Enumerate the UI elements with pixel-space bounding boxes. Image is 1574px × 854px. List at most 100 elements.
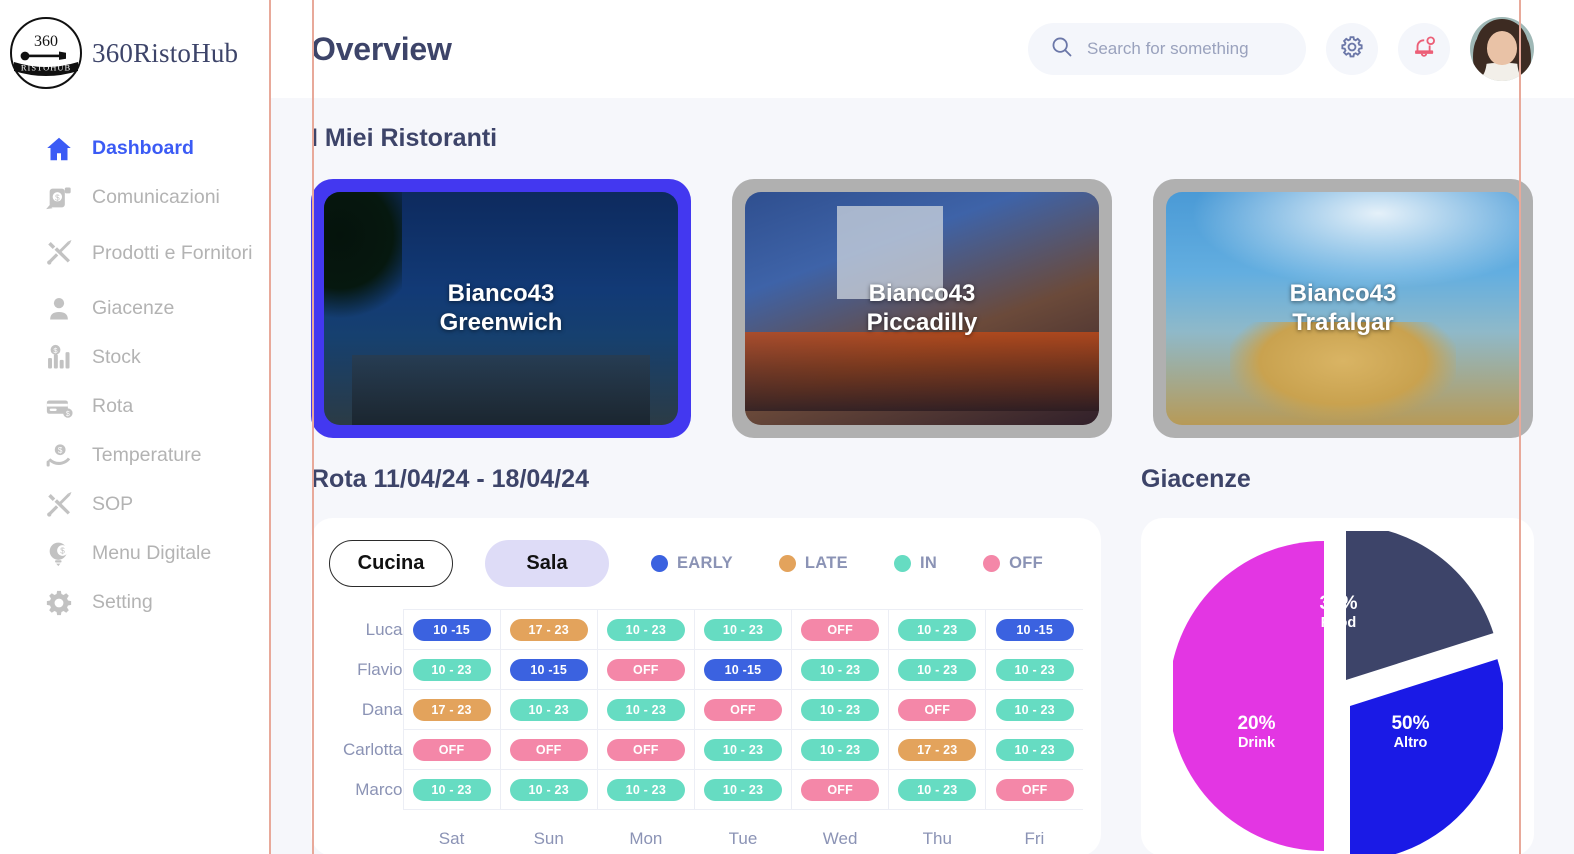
shift-pill: OFF [606, 738, 685, 761]
shift-pill: OFF [509, 738, 588, 761]
settings-button[interactable] [1326, 23, 1378, 75]
table-row: Marco 10 - 23 10 - 23 10 - 23 10 - 23 OF… [329, 769, 1083, 810]
tools-icon [36, 490, 82, 520]
shift-pill: 10 - 23 [703, 618, 782, 641]
restaurant-card-trafalgar[interactable]: Bianco43 Trafalgar [1153, 179, 1533, 438]
brand-name: 360RistoHub [92, 37, 239, 68]
rota-cell[interactable]: 10 - 23 [888, 769, 986, 810]
shift-pill: 10 - 23 [995, 698, 1074, 721]
rota-cell[interactable]: 10 - 23 [888, 649, 986, 690]
rota-cell[interactable]: OFF [888, 689, 986, 730]
avatar[interactable] [1470, 17, 1534, 81]
restaurant-card-greenwich[interactable]: Bianco43 Greenwich [311, 179, 691, 438]
sidebar-item-rota[interactable]: $ Rota [0, 382, 270, 431]
rota-row-name: Luca [365, 619, 403, 639]
rota-cell[interactable]: 10 - 23 [596, 689, 695, 730]
search-input[interactable] [1087, 39, 1267, 59]
rota-cell[interactable]: 17 - 23 [402, 689, 501, 730]
rota-cell[interactable]: 10 - 23 [596, 609, 695, 650]
shift-pill: 10 - 23 [898, 778, 977, 801]
rota-cell[interactable]: 10 - 23 [693, 729, 792, 770]
rota-grid-wrapper: Luca 10 -15 17 - 23 10 - 23 10 - 23 OFF … [329, 609, 1083, 854]
legend-item-late: LATE [778, 554, 848, 573]
rota-cell[interactable]: 10 - 23 [499, 769, 598, 810]
content: I Miei Ristoranti Bianco43 Greenwich Bia… [270, 98, 1574, 854]
rota-cell[interactable]: 10 - 23 [693, 769, 792, 810]
pie-slice-food[interactable] [1345, 525, 1493, 680]
bulb-money-icon: $ [36, 540, 82, 568]
rota-cell[interactable]: OFF [402, 729, 501, 770]
restaurant-card-piccadilly[interactable]: Bianco43 Piccadilly [732, 179, 1112, 438]
rota-cell[interactable]: 10 -15 [693, 649, 792, 690]
sidebar-item-giacenze[interactable]: Giacenze [0, 284, 270, 333]
legend-label: IN [919, 554, 938, 572]
pie-slice-altro[interactable] [1349, 659, 1505, 854]
rota-cell[interactable]: 10 - 23 [985, 689, 1083, 730]
search-box[interactable] [1028, 23, 1306, 75]
shift-pill: OFF [995, 778, 1074, 801]
rota-cell[interactable]: 10 - 23 [888, 609, 986, 650]
sidebar-item-prodotti-fornitori[interactable]: Prodotti e Fornitori [0, 222, 270, 284]
legend-dot [651, 555, 668, 572]
rota-cell[interactable]: 10 -15 [402, 609, 501, 650]
sidebar-item-menu-digitale[interactable]: $ Menu Digitale [0, 529, 270, 578]
restaurant-name-line1: Bianco43 [868, 279, 976, 307]
shift-pill: 10 - 23 [606, 618, 685, 641]
rota-cell[interactable]: 10 -15 [499, 649, 598, 690]
restaurant-photo: Bianco43 Piccadilly [745, 192, 1099, 425]
sidebar-item-sop[interactable]: SOP [0, 480, 270, 529]
rota-cell[interactable]: OFF [985, 769, 1083, 810]
restaurant-name-line1: Bianco43 [447, 279, 555, 307]
shift-pill: OFF [703, 698, 782, 721]
sidebar-item-stock[interactable]: $ Stock [0, 333, 270, 382]
logo-icon: 360 RISTOHUB [8, 15, 84, 91]
rota-card: Cucina Sala EARLY LATE IN OFF Luca 10 -1… [311, 518, 1101, 854]
rota-cell[interactable]: 10 -15 [985, 609, 1083, 650]
rota-cell[interactable]: OFF [499, 729, 598, 770]
rota-section: Rota 11/04/24 - 18/04/24 Cucina Sala EAR… [311, 465, 1101, 854]
table-row: Luca 10 -15 17 - 23 10 - 23 10 - 23 OFF … [329, 609, 1083, 650]
sidebar-item-temperature[interactable]: $ Temperature [0, 431, 270, 480]
sidebar-item-comunicazioni[interactable]: $ Comunicazioni [0, 173, 270, 222]
sidebar-item-label: Giacenze [92, 297, 175, 319]
tab-cucina[interactable]: Cucina [329, 540, 453, 587]
shift-pill: 17 - 23 [412, 698, 491, 721]
restaurant-name-line1: Bianco43 [1289, 279, 1397, 307]
pie-slice-drink[interactable] [1168, 541, 1324, 851]
rota-cell[interactable]: 10 - 23 [791, 729, 889, 770]
rota-cell[interactable]: OFF [596, 649, 695, 690]
rota-cell[interactable]: 10 - 23 [402, 649, 501, 690]
rota-cell[interactable]: 10 - 23 [791, 689, 889, 730]
sidebar-item-label: Dashboard [92, 137, 194, 159]
rota-cell[interactable]: 17 - 23 [499, 609, 598, 650]
rota-cell[interactable]: 10 - 23 [499, 689, 598, 730]
sidebar-item-label: Menu Digitale [92, 542, 212, 564]
sidebar-item-setting[interactable]: Setting [0, 578, 270, 627]
shift-pill: 10 -15 [412, 618, 491, 641]
tab-sala[interactable]: Sala [485, 540, 609, 587]
user-icon [36, 295, 82, 323]
sidebar-item-dashboard[interactable]: Dashboard [0, 124, 270, 173]
rota-cell[interactable]: 10 - 23 [985, 649, 1083, 690]
rota-cell[interactable]: 10 - 23 [693, 609, 792, 650]
app-root: 360 RISTOHUB 360RistoHub Dashboard $ Com… [0, 0, 1574, 854]
legend-label: EARLY [677, 554, 733, 572]
rota-day-header-row: Sat Sun Mon Tue Wed Thu Fri [329, 810, 1083, 854]
shift-pill: 10 -15 [703, 658, 782, 681]
shift-pill: OFF [801, 618, 880, 641]
rota-cell[interactable]: OFF [791, 769, 889, 810]
rota-cell[interactable]: 10 - 23 [596, 769, 695, 810]
brand[interactable]: 360 RISTOHUB 360RistoHub [0, 14, 270, 89]
sidebar: 360 RISTOHUB 360RistoHub Dashboard $ Com… [0, 0, 270, 854]
rota-cell[interactable]: OFF [693, 689, 792, 730]
legend-label: LATE [804, 554, 848, 572]
svg-text:RISTOHUB: RISTOHUB [21, 63, 71, 73]
sidebar-item-label: Prodotti e Fornitori [92, 241, 253, 264]
rota-cell[interactable]: 10 - 23 [985, 729, 1083, 770]
rota-cell[interactable]: OFF [596, 729, 695, 770]
rota-cell[interactable]: 10 - 23 [402, 769, 501, 810]
notifications-button[interactable] [1398, 23, 1450, 75]
rota-cell[interactable]: OFF [791, 609, 889, 650]
rota-cell[interactable]: 17 - 23 [888, 729, 986, 770]
rota-cell[interactable]: 10 - 23 [791, 649, 889, 690]
